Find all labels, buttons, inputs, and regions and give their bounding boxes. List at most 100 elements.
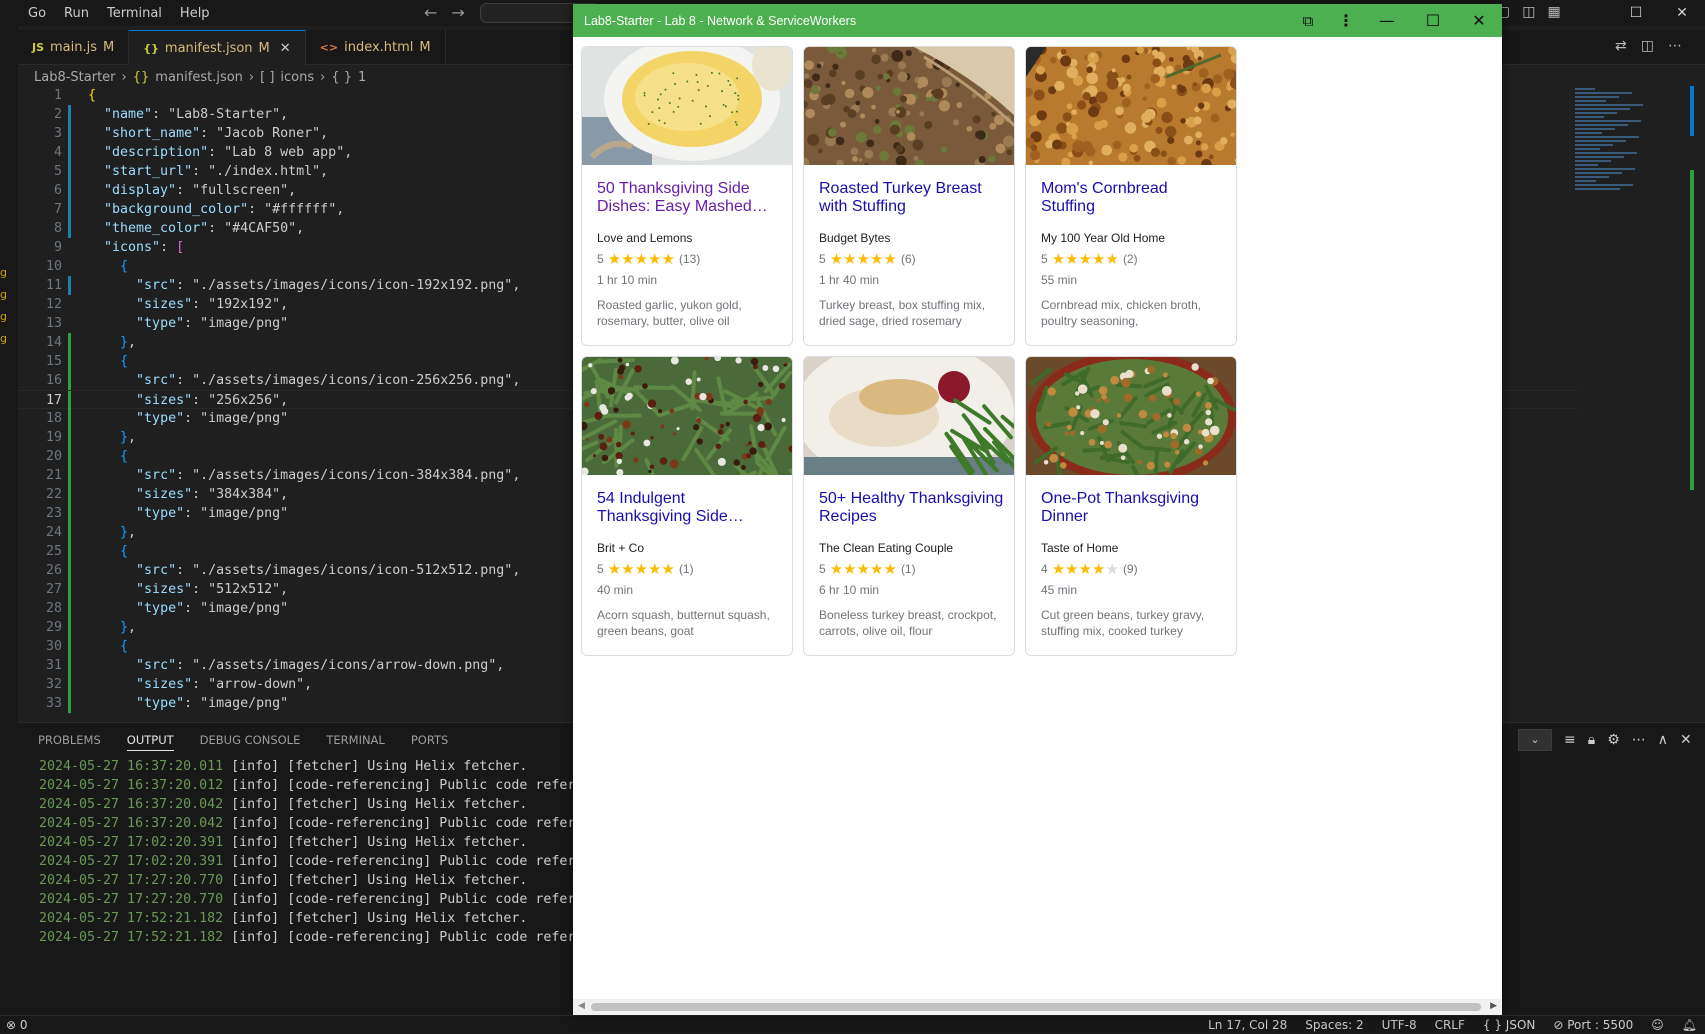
vscode-close-icon[interactable]: ✕: [1659, 5, 1705, 21]
recipe-title-link[interactable]: 50 Thanksgiving Side Dishes: Easy Mashed…: [597, 180, 782, 216]
menu-terminal[interactable]: Terminal: [98, 6, 171, 21]
vscode-restore-icon[interactable]: ☐: [1613, 5, 1659, 21]
recipe-source: Taste of Home: [1041, 541, 1119, 555]
notifications-bell-icon[interactable]: 🔔︎: [1682, 1018, 1697, 1032]
output-line: 2024-05-27 17:27:20.770 [info] [code-ref…: [39, 890, 591, 909]
scroll-left-icon[interactable]: ◀: [578, 1001, 585, 1011]
rating-value: 5: [1041, 252, 1048, 266]
line-number: 15: [45, 354, 62, 369]
recipe-source: Budget Bytes: [819, 231, 891, 245]
indentation[interactable]: Spaces: 2: [1305, 1018, 1363, 1032]
line-number: 27: [45, 582, 62, 597]
more-actions-icon[interactable]: ⋯: [1668, 38, 1682, 54]
close-icon[interactable]: ✕: [1456, 11, 1502, 30]
star-rating-icon: ★★★★★: [829, 561, 897, 578]
tab-manifest-json[interactable]: {} manifest.json M ✕: [129, 30, 306, 65]
output-line: 2024-05-27 16:37:20.012 [info] [code-ref…: [39, 776, 591, 795]
tab-label: index.html: [344, 40, 414, 55]
clear-output-icon[interactable]: ≡: [1564, 732, 1576, 748]
code-text: "src": "./assets/images/icons/icon-512x5…: [136, 563, 521, 578]
back-arrow-icon[interactable]: ←: [424, 3, 437, 22]
output-channel-select[interactable]: ⌄: [1518, 729, 1552, 751]
javascript-file-icon: JS: [32, 41, 45, 54]
minimap[interactable]: [1575, 86, 1665, 216]
close-tab-icon[interactable]: ✕: [280, 41, 291, 56]
recipe-card[interactable]: 50 Thanksgiving Side Dishes: Easy Mashed…: [581, 46, 793, 346]
problems-count-value: 0: [19, 1018, 28, 1032]
ingredients-list: Roasted garlic, yukon gold, rosemary, bu…: [597, 298, 742, 328]
chevron-right-icon: ›: [248, 69, 255, 85]
panel-tab-debug-console[interactable]: DEBUG CONSOLE: [200, 733, 301, 751]
compare-changes-icon[interactable]: ⇄: [1615, 38, 1627, 54]
menu-run[interactable]: Run: [55, 6, 98, 21]
menu-help[interactable]: Help: [171, 6, 219, 21]
language-mode[interactable]: { } JSON: [1483, 1018, 1535, 1032]
recipe-title-link[interactable]: 50+ Healthy Thanksgiving Recipes: [819, 490, 1004, 526]
breadcrumb-folder[interactable]: Lab8-Starter: [34, 70, 116, 85]
toggle-sidebar-icon[interactable]: ◫: [1522, 4, 1535, 20]
encoding[interactable]: UTF-8: [1382, 1018, 1417, 1032]
minimap-line: [1575, 164, 1598, 166]
recipe-title-link[interactable]: Roasted Turkey Breast with Stuffing: [819, 180, 1004, 216]
settings-gear-icon[interactable]: ⚙: [1607, 732, 1620, 748]
minimize-icon[interactable]: —: [1364, 11, 1410, 30]
line-number: 29: [45, 620, 62, 635]
maximize-panel-icon[interactable]: ∧: [1658, 732, 1668, 748]
panel-tab-problems[interactable]: PROBLEMS: [38, 733, 101, 751]
recipe-card-grid: 50 Thanksgiving Side Dishes: Easy Mashed…: [581, 46, 1237, 656]
recipe-title-link[interactable]: One-Pot Thanksgiving Dinner: [1041, 490, 1226, 526]
recipe-card[interactable]: 50+ Healthy Thanksgiving Recipes The Clea…: [803, 356, 1015, 656]
code-text: "start_url": "./index.html",: [104, 164, 329, 179]
explorer-stub-icon: g: [0, 332, 7, 345]
layout-controls: ▢ ◫ ▦: [1497, 4, 1561, 20]
breadcrumb-file[interactable]: manifest.json: [155, 70, 243, 85]
output-log[interactable]: 2024-05-27 16:37:20.011 [info] [fetcher]…: [39, 757, 591, 947]
code-text: {: [120, 354, 129, 369]
recipe-card[interactable]: Mom's Cornbread Stuffing My 100 Year Old …: [1025, 46, 1237, 346]
problems-count[interactable]: ⊗ 0: [6, 1018, 28, 1032]
line-number: 5: [53, 164, 62, 179]
lock-scroll-icon[interactable]: 🔒︎: [1588, 732, 1595, 748]
modified-badge: M: [419, 40, 431, 55]
copilot-icon[interactable]: ☺: [1651, 1018, 1664, 1032]
more-actions-icon[interactable]: ⋯: [1632, 732, 1646, 748]
cursor-position[interactable]: Ln 17, Col 28: [1208, 1018, 1287, 1032]
close-panel-icon[interactable]: ✕: [1680, 732, 1692, 748]
breadcrumb-icons[interactable]: icons: [280, 70, 314, 85]
star-rating-icon: ★★★★★: [829, 251, 897, 268]
menu-go[interactable]: Go: [0, 6, 55, 21]
diff-gutter-mark: [68, 694, 71, 713]
forward-arrow-icon[interactable]: →: [451, 3, 464, 22]
log-message: [info] [code-referencing] Public code re…: [223, 892, 592, 907]
recipe-card[interactable]: Roasted Turkey Breast with Stuffing Budge…: [803, 46, 1015, 346]
maximize-icon[interactable]: ☐: [1410, 11, 1456, 30]
log-timestamp: 2024-05-27 17:02:20.391: [39, 854, 224, 869]
code-text: "src": "./assets/images/icons/arrow-down…: [136, 658, 505, 673]
recipe-title-link[interactable]: Mom's Cornbread Stuffing: [1041, 180, 1226, 216]
recipe-card[interactable]: One-Pot Thanksgiving Dinner Taste of Home…: [1025, 356, 1237, 656]
horizontal-scrollbar[interactable]: ◀ ▶: [573, 999, 1502, 1015]
breadcrumb-item[interactable]: 1: [358, 70, 366, 85]
diff-gutter-mark: [68, 143, 71, 162]
customize-layout-icon[interactable]: ▦: [1547, 4, 1560, 20]
panel-tab-ports[interactable]: PORTS: [411, 733, 448, 751]
minimap-line: [1575, 108, 1630, 110]
diff-gutter-mark: [68, 466, 71, 485]
app-menu-dots-icon[interactable]: ⋮: [1328, 11, 1364, 30]
recipe-title-link[interactable]: 54 Indulgent Thanksgiving Side…: [597, 490, 782, 526]
line-number: 12: [45, 297, 62, 312]
scrollbar-thumb[interactable]: [591, 1003, 1481, 1011]
extensions-puzzle-icon[interactable]: ⧉: [1288, 12, 1328, 30]
line-number: 21: [45, 468, 62, 483]
line-number: 6: [53, 183, 62, 198]
panel-tab-terminal[interactable]: TERMINAL: [326, 733, 384, 751]
panel-tab-output[interactable]: OUTPUT: [126, 733, 174, 751]
recipe-card[interactable]: 54 Indulgent Thanksgiving Side… Brit + Co…: [581, 356, 793, 656]
activity-bar: g g g g: [0, 26, 18, 1016]
end-of-line[interactable]: CRLF: [1435, 1018, 1465, 1032]
split-editor-icon[interactable]: ◫: [1641, 38, 1654, 54]
scroll-right-icon[interactable]: ▶: [1490, 1001, 1497, 1011]
live-server-port[interactable]: ⊘ Port : 5500: [1553, 1018, 1633, 1032]
tab-main-js[interactable]: JS main.js M: [18, 30, 130, 65]
tab-index-html[interactable]: <> index.html M: [306, 30, 446, 65]
